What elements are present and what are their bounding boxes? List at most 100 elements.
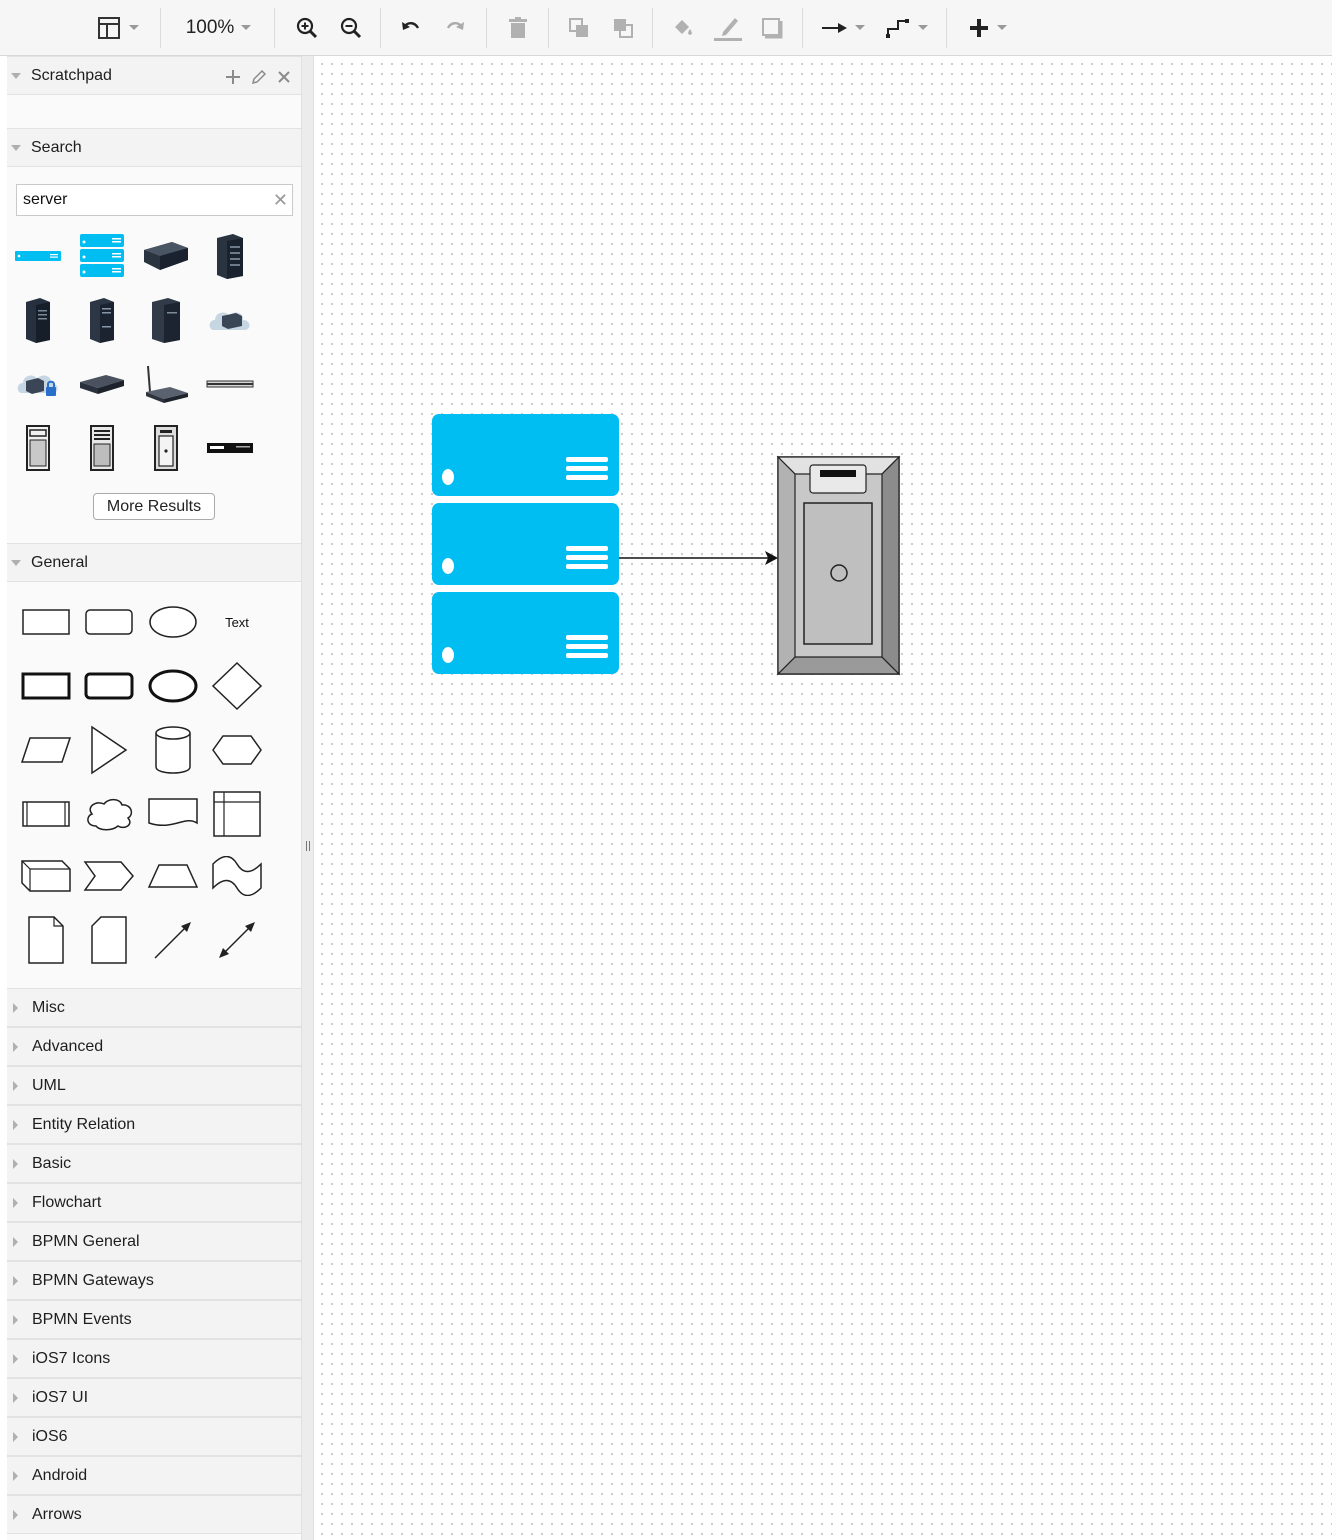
zoom-out-button[interactable] [336, 10, 366, 46]
section-header-ios6[interactable]: iOS6 [7, 1417, 301, 1456]
to-back-button[interactable] [608, 10, 638, 46]
toolbar-divider [274, 8, 275, 48]
section-header-ios7-icons[interactable]: iOS7 Icons [7, 1339, 301, 1378]
cloud-server-lock-icon[interactable] [10, 356, 66, 412]
wireless-router-icon[interactable] [138, 356, 194, 412]
close-icon[interactable] [277, 70, 291, 84]
rack-unit-dark-icon[interactable] [202, 420, 258, 476]
cloud-server-icon[interactable] [202, 292, 258, 348]
waypoints-dropdown[interactable] [882, 10, 932, 46]
section-label: Entity Relation [32, 1115, 136, 1133]
search-header[interactable]: Search [7, 128, 301, 167]
tower-server-shape[interactable] [776, 455, 901, 676]
ellipse-bold-shape[interactable] [143, 658, 203, 714]
network-appliance-icon[interactable] [74, 356, 130, 412]
text-shape[interactable]: Text [207, 594, 267, 650]
chevron-down-icon [129, 25, 139, 30]
rack-server-1u-icon[interactable] [10, 228, 66, 284]
sidebar-splitter[interactable] [301, 56, 314, 1540]
fill-color-icon [675, 20, 692, 35]
server-tower-2-icon[interactable] [74, 292, 130, 348]
server-blade-icon[interactable] [138, 228, 194, 284]
connector-arrow[interactable] [619, 551, 778, 565]
section-header-misc[interactable]: Misc [7, 988, 301, 1027]
process-shape[interactable] [16, 786, 76, 842]
toolbar-divider [380, 8, 381, 48]
bidirectional-connector-shape[interactable] [207, 912, 267, 968]
section-header-bpmn-gateways[interactable]: BPMN Gateways [7, 1261, 301, 1300]
insert-dropdown[interactable] [962, 10, 1014, 46]
tower-server-outline-icon[interactable] [138, 420, 194, 476]
chevron-right-icon [13, 1041, 18, 1052]
triangle-shape[interactable] [79, 722, 139, 778]
trapezoid-shape[interactable] [143, 848, 203, 904]
hexagon-shape[interactable] [207, 722, 267, 778]
server-tower-3-icon[interactable] [138, 292, 194, 348]
zoom-in-button[interactable] [292, 10, 322, 46]
section-label: iOS6 [32, 1427, 68, 1445]
server-tower-dark-icon[interactable] [202, 228, 258, 284]
fill-color-button[interactable] [668, 10, 698, 46]
search-input[interactable] [17, 191, 257, 209]
directional-connector-shape[interactable] [143, 912, 203, 968]
line-color-button[interactable] [712, 10, 744, 46]
diagram-canvas[interactable] [314, 56, 1332, 1540]
to-front-button[interactable] [564, 10, 594, 46]
card-shape[interactable] [79, 912, 139, 968]
server-stack-shape[interactable] [432, 414, 619, 674]
rounded-rectangle-bold-shape[interactable] [79, 658, 139, 714]
rack-unit-thin-icon[interactable] [202, 356, 258, 412]
undo-button[interactable] [396, 10, 426, 46]
to-front-icon [569, 18, 588, 37]
rounded-rectangle-shape[interactable] [79, 594, 139, 650]
parallelogram-shape[interactable] [16, 722, 76, 778]
section-header-ios7-ui[interactable]: iOS7 UI [7, 1378, 301, 1417]
delete-button[interactable] [503, 10, 533, 46]
section-label: Misc [32, 998, 65, 1016]
more-results-button[interactable]: More Results [93, 493, 215, 520]
pc-tower-icon[interactable] [10, 420, 66, 476]
mainframe-icon[interactable] [74, 420, 130, 476]
step-shape[interactable] [79, 848, 139, 904]
rack-server-stack-icon[interactable] [74, 228, 130, 284]
zoom-out-icon [340, 17, 362, 39]
section-header-android[interactable]: Android [7, 1456, 301, 1495]
chevron-right-icon [13, 1314, 18, 1325]
rectangle-shape[interactable] [16, 594, 76, 650]
scratchpad-header[interactable]: Scratchpad [7, 56, 301, 95]
section-header-bpmn-general[interactable]: BPMN General [7, 1222, 301, 1261]
redo-button[interactable] [440, 10, 470, 46]
ellipse-shape[interactable] [143, 594, 203, 650]
section-header-arrows[interactable]: Arrows [7, 1495, 301, 1534]
internal-storage-shape[interactable] [207, 786, 267, 842]
cube-shape[interactable] [16, 848, 76, 904]
rectangle-bold-shape[interactable] [16, 658, 76, 714]
line-color-icon [714, 18, 742, 41]
general-header[interactable]: General [7, 543, 301, 582]
section-header-bpmn-events[interactable]: BPMN Events [7, 1300, 301, 1339]
section-header-flowchart[interactable]: Flowchart [7, 1183, 301, 1222]
section-label: BPMN General [32, 1232, 140, 1250]
tape-shape[interactable] [207, 848, 267, 904]
edit-pencil-icon[interactable] [251, 69, 267, 85]
section-label: iOS7 Icons [32, 1349, 111, 1367]
section-header-entity-relation[interactable]: Entity Relation [7, 1105, 301, 1144]
document-shape[interactable] [143, 786, 203, 842]
diamond-shape[interactable] [207, 658, 267, 714]
add-icon[interactable] [225, 69, 241, 85]
section-header-basic[interactable]: Basic [7, 1144, 301, 1183]
format-panel-icon [98, 17, 120, 39]
connection-style-dropdown[interactable] [818, 10, 868, 46]
cloud-shape[interactable] [79, 786, 139, 842]
zoom-dropdown[interactable]: 100% [176, 10, 262, 46]
cylinder-shape[interactable] [143, 722, 203, 778]
scratchpad-area[interactable] [7, 95, 301, 128]
server-tower-1-icon[interactable] [10, 292, 66, 348]
section-header-advanced[interactable]: Advanced [7, 1027, 301, 1066]
clear-search-icon[interactable]: ✕ [273, 190, 288, 210]
note-shape[interactable] [16, 912, 76, 968]
shadow-button[interactable] [758, 10, 786, 46]
chevron-right-icon [13, 1158, 18, 1169]
format-panel-button[interactable] [92, 10, 144, 46]
section-header-uml[interactable]: UML [7, 1066, 301, 1105]
